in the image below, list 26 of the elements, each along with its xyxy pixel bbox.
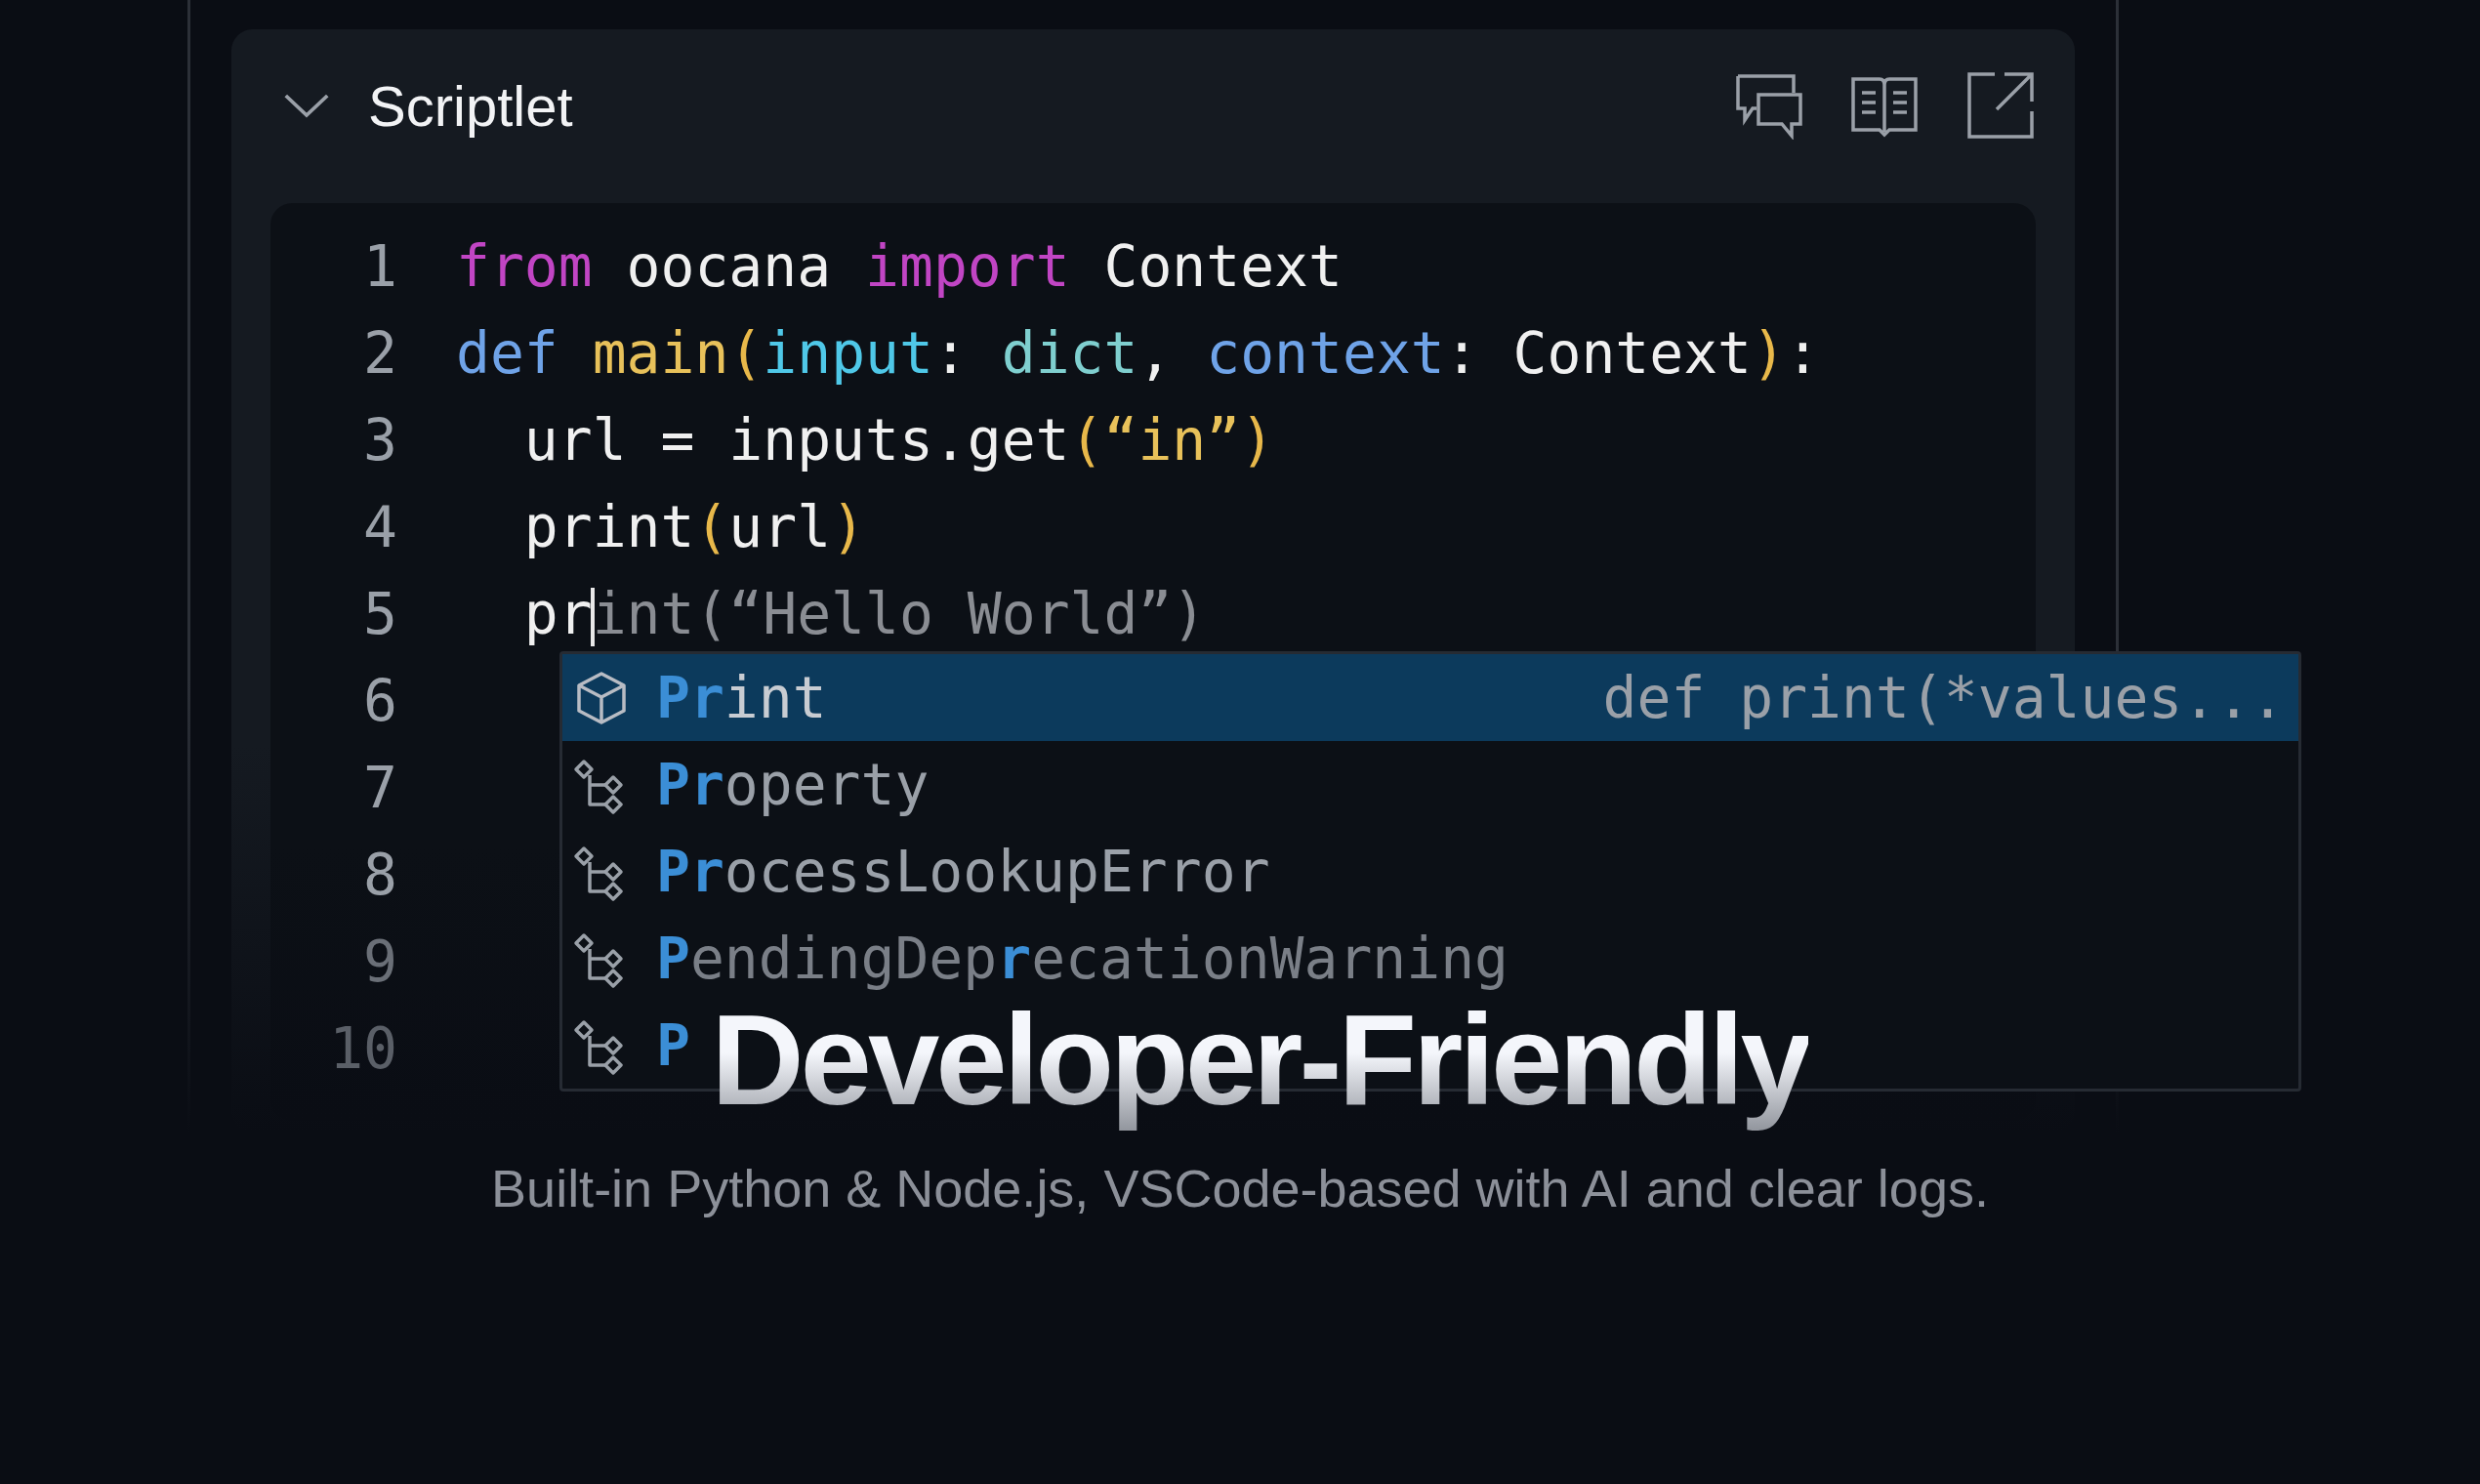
code-line: from oocana import Context bbox=[456, 232, 1343, 300]
suggestion-item[interactable]: Property bbox=[562, 741, 2298, 828]
suggestion-item[interactable]: ProcessLookupError bbox=[562, 828, 2298, 915]
line-number: 5 bbox=[362, 580, 397, 647]
code-line: def main(input: dict, context: Context): bbox=[456, 319, 1820, 387]
suggestion-label: ProcessLookupError bbox=[656, 838, 1270, 905]
code-line: print(url) bbox=[522, 493, 866, 560]
suggestion-label: Property bbox=[656, 751, 930, 818]
line-number: 7 bbox=[362, 754, 397, 821]
suggestion-item[interactable]: Print def print(*values... bbox=[562, 654, 2298, 741]
chat-icon[interactable] bbox=[1735, 71, 1803, 140]
external-link-icon[interactable] bbox=[1965, 70, 2036, 141]
code-line: print(“Hello World”) bbox=[522, 580, 1207, 647]
subtitle: Built-in Python & Node.js, VSCode-based with AI and clear logs. bbox=[490, 1157, 1990, 1218]
line-number: 1 bbox=[362, 232, 397, 300]
line-number: 3 bbox=[362, 406, 397, 474]
line-number: 4 bbox=[362, 493, 397, 560]
line-number: 8 bbox=[362, 841, 397, 908]
line-number: 10 bbox=[328, 1014, 397, 1082]
code-line: url = inputs.get(“in”) bbox=[522, 406, 1275, 474]
line-number: 9 bbox=[362, 928, 397, 995]
line-number: 2 bbox=[362, 319, 397, 387]
suggestion-detail: def print(*values... bbox=[1602, 664, 2285, 731]
suggestion-label: Print bbox=[656, 664, 827, 731]
line-number: 6 bbox=[362, 667, 397, 734]
panel-title: Scriptlet bbox=[368, 72, 573, 139]
